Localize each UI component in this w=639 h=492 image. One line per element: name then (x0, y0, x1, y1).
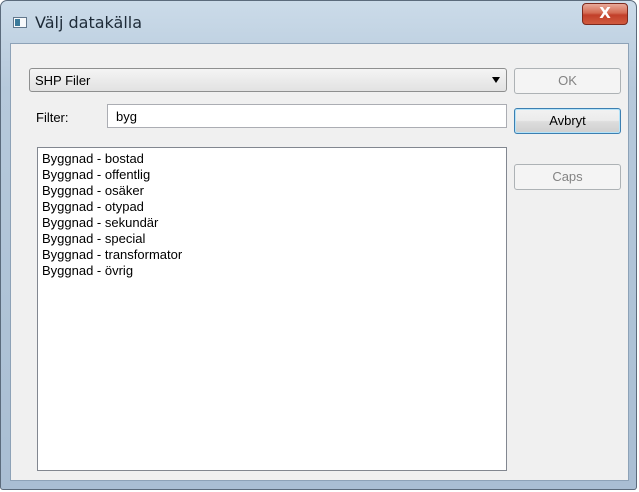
source-dropdown[interactable]: SHP Filer (29, 68, 507, 92)
results-list[interactable]: Byggnad - bostad Byggnad - offentlig Byggn… (37, 147, 507, 471)
list-item[interactable]: Byggnad - otypad (40, 199, 504, 215)
caps-button[interactable]: Caps (514, 164, 621, 190)
chevron-down-icon (492, 77, 500, 83)
list-item[interactable]: Byggnad - bostad (40, 151, 504, 167)
list-item[interactable]: Byggnad - special (40, 231, 504, 247)
list-item[interactable]: Byggnad - osäker (40, 183, 504, 199)
title-bar[interactable]: Välj datakälla X (1, 1, 636, 43)
close-button[interactable]: X (582, 3, 628, 25)
list-item[interactable]: Byggnad - övrig (40, 263, 504, 279)
ok-button[interactable]: OK (514, 68, 621, 94)
list-item[interactable]: Byggnad - sekundär (40, 215, 504, 231)
source-dropdown-value: SHP Filer (35, 73, 91, 88)
close-icon: X (599, 4, 611, 22)
list-item[interactable]: Byggnad - transformator (40, 247, 504, 263)
cancel-button[interactable]: Avbryt (514, 108, 621, 134)
filter-label: Filter: (36, 110, 69, 125)
window-title: Välj datakälla (35, 13, 143, 32)
window-app-icon (13, 17, 27, 28)
list-item[interactable]: Byggnad - offentlig (40, 167, 504, 183)
dialog-body: SHP Filer Filter: Byggnad - bostadByggna… (10, 43, 629, 481)
filter-input[interactable] (107, 104, 507, 128)
dialog-window: Välj datakälla X SHP Filer Filter: Byggn… (0, 0, 637, 490)
